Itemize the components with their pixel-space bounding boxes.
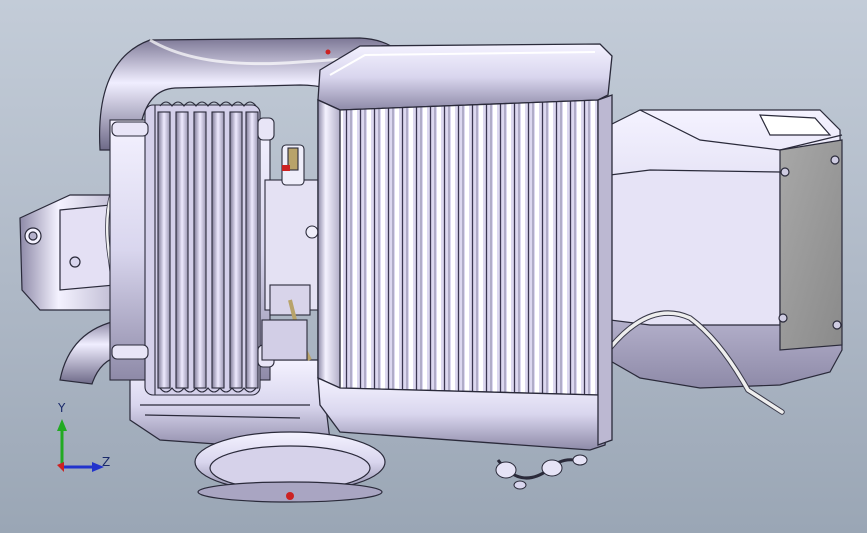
triad-y-label: Y	[58, 401, 66, 415]
carburetor-linkage	[261, 144, 321, 361]
triad-z-label: Z	[102, 455, 111, 469]
engine-assembly-model[interactable]	[0, 0, 867, 533]
triad-axes-graphic	[57, 419, 104, 472]
radiator	[317, 43, 613, 451]
cad-viewport[interactable]: Y Z	[0, 0, 867, 533]
view-orientation-triad[interactable]: Y Z	[40, 401, 120, 485]
drain-fitting	[495, 454, 588, 490]
cylinder-fins	[109, 101, 275, 396]
